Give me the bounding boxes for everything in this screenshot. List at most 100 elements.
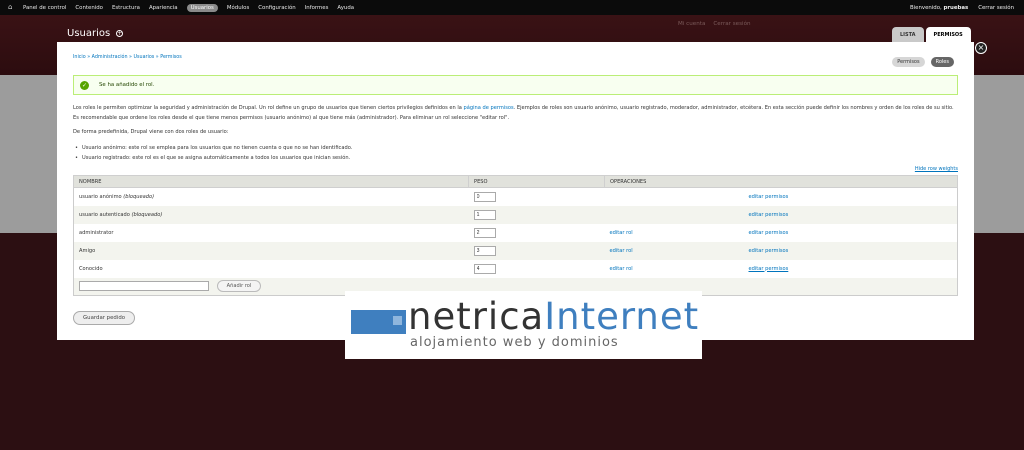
table-row: usuario autenticado (bloqueado) editar p… <box>73 205 958 224</box>
add-role-button[interactable]: Añadir rol <box>216 280 262 293</box>
edit-role-cell: editar rol <box>604 259 744 278</box>
toolbar-item-dashboard[interactable]: Panel de control <box>23 5 66 11</box>
toolbar-item-configuration[interactable]: Configuración <box>258 5 295 11</box>
edit-role-cell <box>604 187 744 206</box>
role-name: usuario autenticado <box>79 211 130 218</box>
role-weight-cell <box>468 241 605 260</box>
role-weight-cell <box>468 205 605 224</box>
toolbar-item-reports[interactable]: Informes <box>305 5 329 11</box>
check-icon: ✓ <box>80 80 89 90</box>
edit-permissions-cell: editar permisos <box>743 223 958 242</box>
column-header-name: NOMBRE <box>73 175 469 188</box>
edit-role-link[interactable]: editar rol <box>610 248 633 254</box>
permissions-page-link[interactable]: página de permisos <box>464 105 514 111</box>
table-row: Conocido editar rol editar permisos <box>73 259 958 278</box>
logo-mark-icon <box>351 310 406 334</box>
toolbar-item-users[interactable]: Usuarios <box>186 3 218 12</box>
edit-permissions-cell: editar permisos <box>743 187 958 206</box>
new-role-name-input[interactable] <box>79 281 209 292</box>
list-item: Usuario registrado: este rol es el que s… <box>75 153 352 163</box>
logo-wordmark: netricaInternet <box>408 297 699 337</box>
background-logout-link: Cerrar sesión <box>713 21 751 27</box>
locked-label: (bloqueado) <box>131 211 163 218</box>
welcome-text: Bienvenido, pruebas <box>900 5 968 11</box>
add-shortcut-icon[interactable]: + <box>116 30 124 37</box>
edit-permissions-cell: editar permisos <box>743 205 958 224</box>
role-name-cell: administrator <box>73 223 469 242</box>
weight-input[interactable] <box>473 263 496 274</box>
edit-role-link[interactable]: editar rol <box>610 230 633 236</box>
edit-permissions-link[interactable]: editar permisos <box>749 230 789 236</box>
edit-role-cell <box>604 205 744 224</box>
weight-input[interactable] <box>473 191 496 202</box>
tab-list[interactable]: LISTA <box>892 27 924 43</box>
role-name-cell: usuario anónimo (bloqueado) <box>73 187 469 206</box>
role-name-cell: usuario autenticado (bloqueado) <box>73 205 469 224</box>
edit-role-link[interactable]: editar rol <box>610 266 633 272</box>
role-name: administrator <box>79 229 114 236</box>
role-name-cell: Conocido <box>73 259 469 278</box>
weight-input[interactable] <box>473 209 496 220</box>
list-item: Usuario anónimo: este rol se emplea para… <box>75 143 352 153</box>
primary-tabs: LISTA PERMISOS <box>892 27 971 43</box>
status-message: ✓ Se ha añadido el rol. <box>73 75 958 95</box>
column-header-operations: OPERACIONES <box>604 175 958 188</box>
toolbar-item-appearance[interactable]: Apariencia <box>149 5 178 11</box>
role-name: usuario anónimo <box>79 193 122 200</box>
description-text-1: Los roles le permiten optimizar la segur… <box>73 105 464 111</box>
role-weight-cell <box>468 259 605 278</box>
secondary-tabs: Permisos Roles <box>892 57 954 67</box>
weight-input[interactable] <box>473 227 496 238</box>
table-row: Amigo editar rol editar permisos <box>73 241 958 260</box>
default-roles-list: Usuario anónimo: este rol se emplea para… <box>75 143 352 163</box>
tab-permissions[interactable]: PERMISOS <box>925 27 971 43</box>
roles-table: NOMBRE PESO OPERACIONES usuario anónimo … <box>73 175 958 296</box>
role-name: Amigo <box>79 247 96 254</box>
page-title: Usuarios <box>67 28 111 39</box>
edit-permissions-link[interactable]: editar permisos <box>749 266 789 272</box>
edit-role-cell: editar rol <box>604 241 744 260</box>
overlay-title: Usuarios + <box>67 28 124 39</box>
toolbar-item-help[interactable]: Ayuda <box>337 5 354 11</box>
default-roles-intro: De forma predefinida, Drupal viene con d… <box>73 129 229 135</box>
logo-word-part1: netrica <box>408 295 545 338</box>
save-order-button[interactable]: Guardar pedido <box>73 311 136 325</box>
edit-permissions-link[interactable]: editar permisos <box>749 248 789 254</box>
toolbar-item-modules[interactable]: Módulos <box>227 5 249 11</box>
close-overlay-icon[interactable]: × <box>975 42 987 54</box>
locked-label: (bloqueado) <box>123 193 155 200</box>
role-name-cell: Amigo <box>73 241 469 260</box>
toolbar-item-content[interactable]: Contenido <box>75 5 103 11</box>
tab-roles[interactable]: Roles <box>930 57 954 67</box>
admin-toolbar: ⌂ Panel de control Contenido Estructura … <box>0 0 1024 15</box>
breadcrumb[interactable]: Inicio » Administración » Usuarios » Per… <box>73 55 182 60</box>
edit-permissions-cell: editar permisos <box>743 241 958 260</box>
welcome-prefix: Bienvenido, <box>909 4 942 11</box>
logo-tagline: alojamiento web y dominios <box>410 335 619 350</box>
status-message-text: Se ha añadido el rol. <box>99 82 155 88</box>
home-icon[interactable]: ⌂ <box>8 4 15 11</box>
edit-role-cell: editar rol <box>604 223 744 242</box>
username-link[interactable]: pruebas <box>943 5 968 11</box>
logout-link[interactable]: Cerrar sesión <box>978 5 1014 11</box>
edit-permissions-link[interactable]: editar permisos <box>749 194 789 200</box>
background-account-link: Mi cuenta <box>678 21 706 27</box>
table-row: usuario anónimo (bloqueado) editar permi… <box>73 187 958 206</box>
role-name: Conocido <box>79 265 103 272</box>
toolbar-item-structure[interactable]: Estructura <box>112 5 140 11</box>
role-weight-cell <box>468 223 605 242</box>
hide-row-weights-link[interactable]: Hide row weights <box>915 166 958 172</box>
watermark-logo: netricaInternet alojamiento web y domini… <box>345 291 702 359</box>
tab-permissions-secondary[interactable]: Permisos <box>892 57 925 67</box>
column-header-weight: PESO <box>468 175 605 188</box>
toolbar-user-area: Bienvenido, pruebas Cerrar sesión <box>890 0 1014 15</box>
logo-word-part2: Internet <box>544 295 700 338</box>
role-weight-cell <box>468 187 605 206</box>
table-header-row: NOMBRE PESO OPERACIONES <box>73 175 958 188</box>
roles-description: Los roles le permiten optimizar la segur… <box>73 104 958 123</box>
edit-permissions-link[interactable]: editar permisos <box>749 212 789 218</box>
weight-input[interactable] <box>473 245 496 256</box>
edit-permissions-cell: editar permisos <box>743 259 958 278</box>
table-row: administrator editar rol editar permisos <box>73 223 958 242</box>
logo-mark-square <box>393 316 402 325</box>
